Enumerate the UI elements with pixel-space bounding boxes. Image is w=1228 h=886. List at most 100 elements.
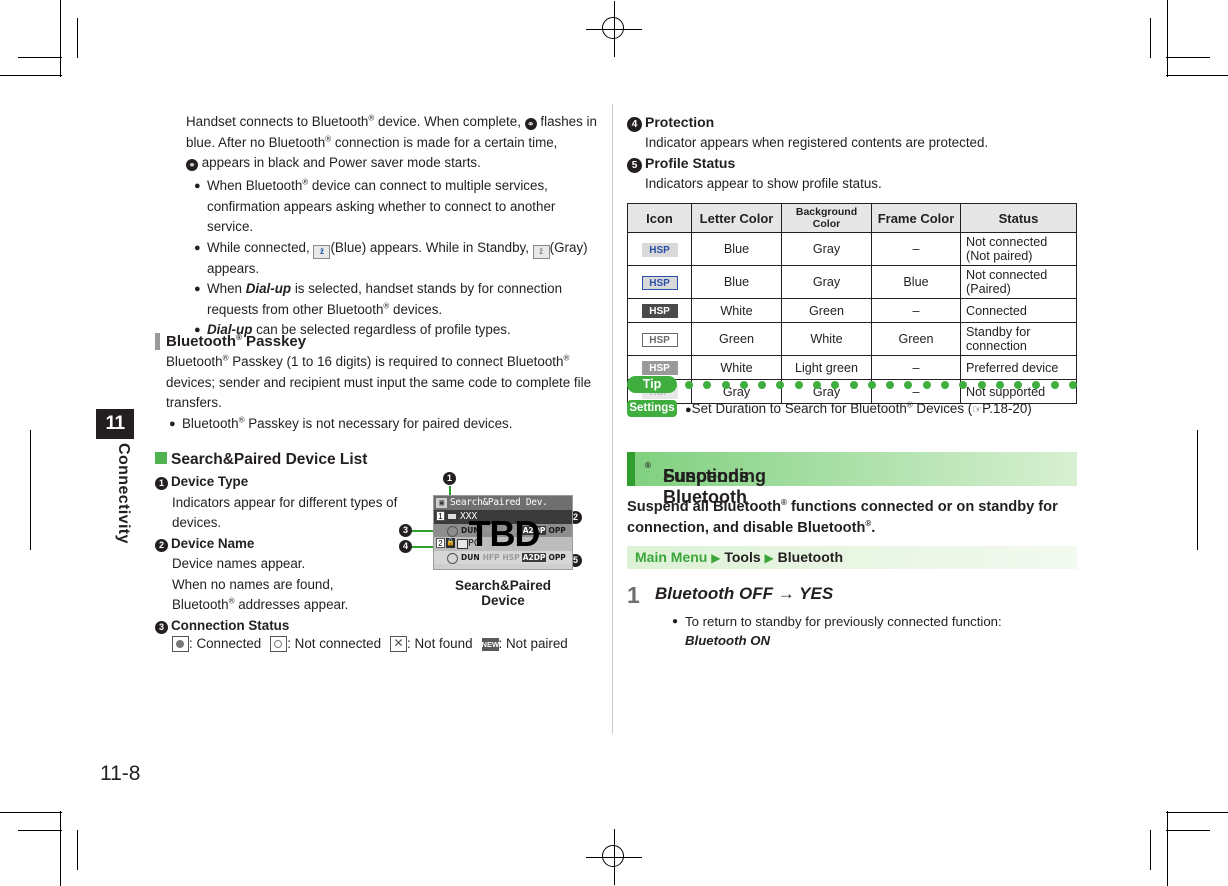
legend-not-connected: : Not connected (270, 634, 381, 655)
standby-gray-icon: ẑ (532, 244, 550, 259)
cell-frame-color: – (871, 355, 961, 380)
chapter-label: Connectivity (115, 443, 132, 544)
device-name-body: Device names appear. When no names are f… (155, 554, 425, 616)
profile-status-body: Indicators appear to show profile status… (645, 175, 882, 191)
passkey-heading-b: Passkey (241, 333, 307, 350)
passkey-heading-a: Bluetooth (166, 333, 236, 350)
intro-paragraph: Handset connects to Bluetooth® device. W… (186, 113, 597, 171)
passkey-bullet-a: Bluetooth (182, 415, 239, 431)
legend-not-connected-label: : Not connected (287, 636, 382, 651)
cell-letter-color: Green (691, 322, 782, 356)
menu-path: Main Menu ▶ Tools ▶ Bluetooth (635, 549, 843, 565)
settings-page-ref: P.18-20 (982, 401, 1028, 416)
passkey-section: Bluetooth® Passkey Bluetooth® Passkey (1… (155, 332, 600, 434)
bluetooth-icon-black: ⚭ (186, 159, 198, 171)
cell-status: Standby for connection (960, 322, 1077, 356)
bullet-text-d: (Blue) appears. While in Standby, (330, 239, 533, 255)
status-legend: : Connected : Not connected ✕ : Not foun… (172, 634, 602, 655)
intro-text-b: device. When complete, (374, 114, 525, 129)
menu-item-bluetooth: Bluetooth (777, 549, 843, 565)
tip-dot-rule (685, 379, 1077, 390)
cell-status: Not connected (Not paired) (960, 232, 1077, 266)
th-letter-color: Letter Color (691, 203, 782, 233)
legend-connected-label: : Connected (189, 636, 262, 651)
cell-icon: HSP (627, 232, 692, 266)
th-frame-color: Frame Color (871, 203, 961, 233)
device-list-heading: Search&Paired Device List (155, 450, 425, 470)
marker-5-icon: 5 (627, 158, 642, 173)
passkey-body-a: Bluetooth (166, 354, 223, 369)
table-row: HSP Green White Green Standby for connec… (627, 322, 1077, 356)
device-name-label: Device Name (171, 535, 255, 551)
table-row: HSP White Green – Connected (627, 298, 1077, 323)
list-item: ● When Bluetooth® device can connect to … (194, 176, 598, 238)
page-ref-icon: ☞ (972, 404, 983, 416)
hsp-badge-icon: HSP (641, 304, 678, 318)
device-name-body-3a: Bluetooth (172, 597, 229, 612)
cell-background-color: Gray (781, 232, 872, 266)
settings-text: ●Set Duration to Search for Bluetooth® D… (685, 399, 1032, 420)
profile-status-label: Profile Status (645, 155, 736, 171)
manual-page: 11 Connectivity 11-8 Handset connects to… (0, 0, 1228, 886)
intro-text-c: flashes in (536, 114, 597, 129)
screenshot-caption: Search&Paired Device (454, 578, 552, 608)
device-type-title: 1 Device Type (155, 472, 425, 493)
legend-connected: : Connected (172, 634, 261, 655)
device-type-body: Indicators appear for different types of… (172, 494, 398, 531)
device-name-body-2: When no names are found, (172, 576, 334, 592)
dial-up-emphasis: Dial-up (245, 281, 292, 296)
cell-icon: HSP (627, 298, 692, 323)
screenshot-title-text: Search&Paired Dev. (450, 497, 548, 508)
callout-3: 3 (399, 524, 412, 537)
settings-text-a: Set Duration to Search for Bluetooth (691, 401, 907, 416)
device-name-body-3: Bluetooth® addresses appear. (172, 596, 349, 612)
legend-not-paired-label: : Not paired (498, 636, 568, 651)
cell-frame-color: Blue (871, 265, 961, 299)
device-name-body-1: Device names appear. (172, 556, 306, 571)
step-number: 1 (627, 582, 640, 608)
section-title-b: Functions (663, 466, 749, 486)
phone-screenshot: ▣ Search&Paired Dev. 1 XXX DUN HFP HSP A… (433, 495, 573, 570)
chevron-right-icon: ▶ (711, 551, 721, 565)
protection-item: 4 Protection Indicator appears when regis… (627, 112, 1079, 194)
th-status: Status (960, 203, 1077, 233)
device-type-item: 1 Device Type Indicators appear for diffe… (155, 472, 425, 534)
settings-text-c: ) (1027, 401, 1032, 416)
settings-text-b: Devices ( (912, 401, 973, 416)
device-list-section: Search&Paired Device List 1 Device Type I… (155, 450, 425, 636)
table-row: HSP Blue Gray – Not connected (Not paire… (627, 232, 1077, 266)
bullet-dot-icon: ● (194, 283, 201, 295)
intro-text-e: connection is made for a certain time, (331, 134, 558, 150)
bullet-text-a: When Bluetooth (207, 178, 303, 193)
column-divider (612, 104, 613, 734)
intro-bullets: ● When Bluetooth® device can connect to … (186, 176, 598, 341)
cell-icon: HSP (627, 322, 692, 356)
passkey-bullet-b: Passkey is not necessary for paired devi… (244, 415, 513, 431)
bullet-text-h: devices. (389, 301, 443, 317)
screenshot-title-bar: ▣ Search&Paired Dev. (434, 496, 572, 510)
marker-1-icon: 1 (155, 477, 168, 490)
bluetooth-icon: ⚭ (524, 118, 537, 130)
list-item: ● To return to standby for previously co… (672, 612, 1072, 650)
cell-status: Preferred device (960, 355, 1077, 380)
hsp-badge-icon: HSP (641, 275, 678, 290)
cell-frame-color: – (871, 298, 961, 323)
cell-status: Connected (960, 298, 1077, 323)
connection-status-title: 3 Connection Status (155, 616, 585, 637)
registration-mark-top (586, 1, 642, 57)
bullet-text: While connected, ẑ (Blue) appears. While … (207, 238, 598, 280)
lede-a: Suspend all Bluetooth (627, 499, 782, 515)
cell-frame-color: – (871, 232, 961, 266)
th-icon: Icon (627, 203, 692, 233)
table-row: HSP Blue Gray Blue Not connected (Paired… (627, 265, 1077, 299)
table-header-row: Icon Letter Color Background Color Frame… (627, 203, 1077, 233)
cell-background-color: Green (781, 298, 872, 323)
intro-text-d: blue. After no Bluetooth (186, 134, 326, 150)
list-item: ● While connected, ẑ (Blue) appears. Whil… (194, 238, 598, 280)
passkey-body-b: Passkey (1 to 16 digits) is required to … (228, 354, 564, 369)
bullet-dot-icon: ● (169, 417, 176, 430)
bullet-text: When Dial-up is selected, handset stands… (207, 281, 563, 317)
cross-icon: ✕ (390, 636, 408, 653)
connection-status-label: Connection Status (171, 617, 290, 633)
cell-status: Not connected (Paired) (960, 265, 1077, 299)
